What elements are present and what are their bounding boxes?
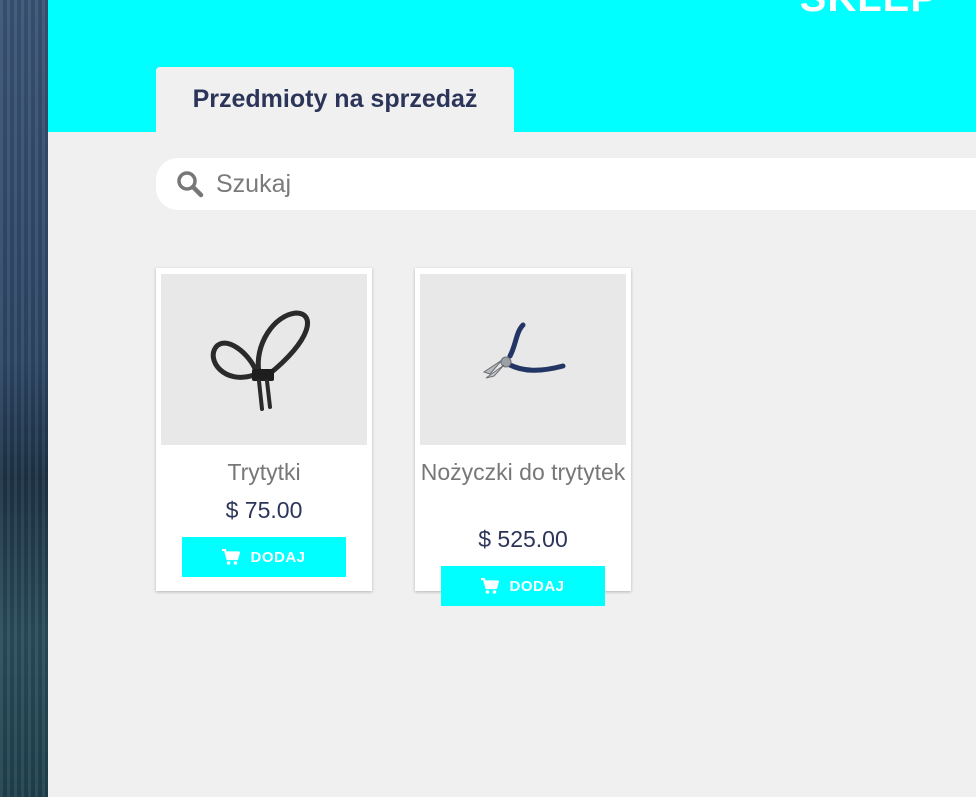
pliers-icon bbox=[482, 322, 566, 378]
shop-header: SKLEP Przedmioty na sprzedaż bbox=[48, 0, 976, 132]
search-bar[interactable] bbox=[156, 158, 976, 210]
product-card-nozyczki: Nożyczki do trytytek $ 525.00 DODAJ bbox=[415, 268, 631, 606]
product-price: $ 75.00 bbox=[225, 497, 303, 523]
shop-title: SKLEP bbox=[800, 0, 938, 18]
cart-icon bbox=[481, 578, 500, 594]
product-image bbox=[161, 274, 367, 445]
add-to-cart-button[interactable]: DODAJ bbox=[441, 566, 605, 606]
tab-label: Przedmioty na sprzedaż bbox=[192, 85, 478, 113]
search-icon bbox=[177, 171, 204, 198]
cart-icon bbox=[222, 549, 241, 565]
shop-window: SKLEP Przedmioty na sprzedaż Trytytki $ … bbox=[48, 0, 976, 797]
zip-tie-icon bbox=[210, 309, 311, 411]
background-scene bbox=[0, 0, 48, 797]
product-price: $ 525.00 bbox=[478, 526, 568, 552]
search-input[interactable] bbox=[214, 168, 918, 200]
tab-items-for-sale[interactable]: Przedmioty na sprzedaż bbox=[156, 67, 514, 132]
add-to-cart-button[interactable]: DODAJ bbox=[182, 537, 346, 577]
product-card-trytytki: Trytytki $ 75.00 DODAJ bbox=[156, 268, 372, 591]
add-button-label: DODAJ bbox=[250, 548, 306, 566]
product-name: Nożyczki do trytytek bbox=[420, 459, 626, 485]
add-button-label: DODAJ bbox=[509, 577, 565, 595]
product-image bbox=[420, 274, 626, 445]
product-name: Trytytki bbox=[227, 459, 301, 485]
